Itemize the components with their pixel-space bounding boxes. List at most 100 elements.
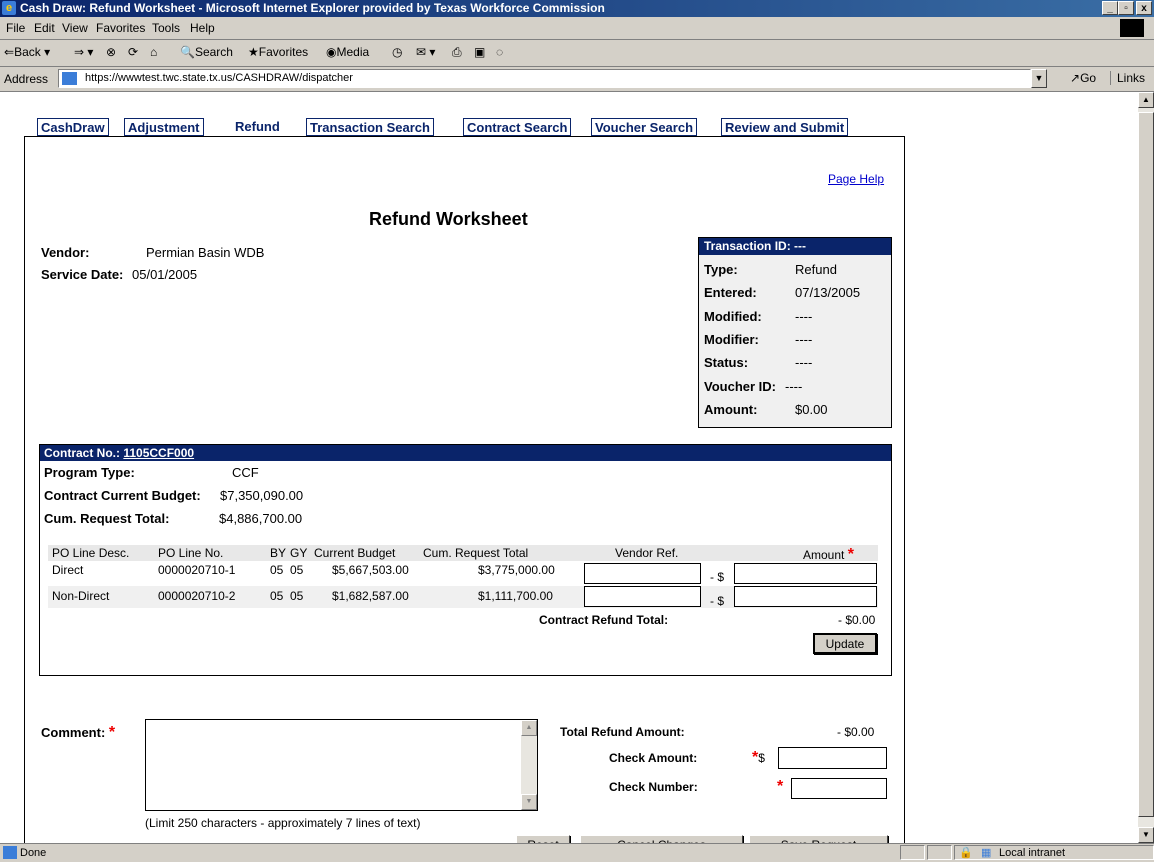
- status-text: Done: [20, 847, 47, 859]
- tab-refund[interactable]: Refund: [232, 118, 283, 136]
- transaction-entered-value: 07/13/2005: [795, 285, 861, 300]
- check-amount-input[interactable]: [778, 747, 887, 769]
- transaction-id-header: Transaction ID: ---: [699, 238, 891, 255]
- table-row: Non-Direct 0000020710-2 05 05 $1,682,587…: [48, 586, 878, 608]
- address-input[interactable]: https://wwwtest.twc.state.tx.us/CASHDRAW…: [58, 69, 1031, 88]
- menu-edit[interactable]: Edit: [34, 21, 55, 35]
- media-button[interactable]: ◉Media: [326, 45, 369, 59]
- ie-icon: e: [2, 1, 16, 15]
- tab-review-and-submit[interactable]: Review and Submit: [721, 118, 849, 136]
- tab-cashdraw[interactable]: CashDraw: [37, 118, 109, 136]
- edit-icon[interactable]: ▣: [474, 45, 485, 59]
- tab-adjustment[interactable]: Adjustment: [124, 118, 204, 136]
- row-amount-prefix: - $: [710, 594, 725, 608]
- contract-refund-total-label: Contract Refund Total:: [539, 613, 669, 627]
- check-number-input[interactable]: [791, 778, 887, 799]
- contract-no-link[interactable]: 1105CCF000: [123, 446, 194, 460]
- menu-bar: File Edit View Favorites Tools Help: [0, 17, 1154, 40]
- program-type-label: Program Type:: [44, 465, 135, 480]
- comment-limit-note: (Limit 250 characters - approximately 7 …: [145, 816, 421, 830]
- scroll-up-icon[interactable]: ▲: [521, 720, 537, 736]
- amount-input-1[interactable]: [734, 563, 877, 584]
- links-button[interactable]: Links: [1110, 71, 1145, 85]
- page-content: CashDraw Adjustment Refund Transaction S…: [0, 92, 1138, 843]
- check-amount-label: Check Amount:: [609, 751, 698, 765]
- comment-textarea[interactable]: ▲ ▼: [145, 719, 538, 811]
- comment-scrollbar[interactable]: ▲ ▼: [521, 720, 537, 810]
- amount-input-2[interactable]: [734, 586, 877, 607]
- menu-help[interactable]: Help: [190, 21, 215, 35]
- status-zone-cell: 🔒 ▦ Local intranet: [954, 845, 1154, 860]
- col-cum-request-total: Cum. Request Total: [423, 546, 529, 560]
- col-gy: GY: [290, 546, 308, 560]
- required-icon: *: [777, 778, 784, 795]
- vendor-ref-input-1[interactable]: [584, 563, 701, 584]
- transaction-amount-value: $0.00: [795, 402, 828, 417]
- row-gy: 05: [290, 563, 304, 577]
- contract-budget-value: $7,350,090.00: [220, 488, 304, 503]
- contract-header: Contract No.: 1105CCF000: [40, 445, 891, 461]
- required-icon: *: [847, 546, 854, 563]
- print-icon[interactable]: ⎙: [452, 45, 462, 60]
- maximize-button[interactable]: ▫: [1118, 1, 1134, 15]
- home-icon[interactable]: ⌂: [150, 45, 157, 59]
- menu-view[interactable]: View: [62, 21, 88, 35]
- status-cell: [900, 845, 925, 860]
- transaction-amount-label: Amount:: [704, 402, 758, 417]
- minimize-button[interactable]: _: [1102, 1, 1118, 15]
- row-gy: 05: [290, 589, 304, 603]
- tab-voucher-search[interactable]: Voucher Search: [591, 118, 698, 136]
- transaction-type-label: Type:: [704, 262, 738, 277]
- update-button[interactable]: Update: [813, 633, 877, 654]
- window-title-bar[interactable]: e Cash Draw: Refund Worksheet - Microsof…: [0, 0, 1154, 17]
- page-help-link[interactable]: Page Help: [828, 172, 884, 186]
- address-dropdown[interactable]: ▼: [1031, 69, 1047, 88]
- row-desc: Direct: [52, 563, 84, 577]
- page-icon: [62, 72, 77, 85]
- check-amount-required: *$: [752, 749, 765, 766]
- mail-icon[interactable]: ✉ ▾: [416, 45, 435, 59]
- row-by: 05: [270, 589, 284, 603]
- scroll-down-icon[interactable]: ▼: [521, 794, 537, 810]
- table-row: Direct 0000020710-1 05 05 $5,667,503.00 …: [48, 562, 878, 584]
- transaction-voucher-label: Voucher ID:: [704, 379, 776, 394]
- lock-icon: 🔒: [959, 847, 973, 859]
- status-bar: Done 🔒 ▦ Local intranet: [0, 843, 1154, 862]
- col-by: BY: [270, 546, 287, 560]
- save-request-button[interactable]: Save Request: [749, 835, 888, 843]
- scrollbar-thumb[interactable]: [1138, 112, 1154, 817]
- windows-logo-icon: [1120, 19, 1144, 37]
- transaction-voucher-value: ----: [785, 379, 803, 394]
- refresh-icon[interactable]: ⟳: [128, 45, 138, 59]
- menu-tools[interactable]: Tools: [152, 21, 180, 35]
- tab-transaction-search[interactable]: Transaction Search: [306, 118, 434, 136]
- go-button[interactable]: ↗Go: [1070, 71, 1096, 85]
- contract-refund-total-value: - $0.00: [838, 613, 876, 627]
- back-button[interactable]: ⇐Back ▾: [4, 45, 50, 59]
- scroll-down-icon[interactable]: ▼: [1138, 827, 1154, 843]
- discuss-icon[interactable]: ◌: [496, 45, 503, 59]
- cancel-changes-button[interactable]: Cancel Changes: [580, 835, 743, 843]
- row-by: 05: [270, 563, 284, 577]
- reset-button[interactable]: Reset: [516, 835, 570, 843]
- transaction-modifier-value: ----: [795, 332, 813, 347]
- row-amount-prefix: - $: [710, 570, 725, 584]
- row-po-no: 0000020710-2: [158, 589, 236, 603]
- favorites-button[interactable]: ★Favorites: [248, 45, 308, 59]
- contract-no-label: Contract No.:: [44, 446, 120, 460]
- vendor-ref-input-2[interactable]: [584, 586, 701, 607]
- search-icon: 🔍: [180, 45, 195, 59]
- tab-contract-search[interactable]: Contract Search: [463, 118, 572, 136]
- history-icon[interactable]: ◷: [392, 45, 402, 59]
- close-button[interactable]: x: [1136, 1, 1152, 15]
- menu-favorites[interactable]: Favorites: [96, 21, 145, 35]
- transaction-modified-label: Modified:: [704, 309, 762, 324]
- scroll-up-icon[interactable]: ▲: [1138, 92, 1154, 108]
- stop-icon[interactable]: ⊗: [106, 45, 116, 59]
- forward-button[interactable]: ⇒ ▾: [74, 45, 93, 59]
- page-scrollbar[interactable]: ▲ ▼: [1138, 92, 1154, 843]
- check-number-required: *: [777, 778, 783, 796]
- menu-file[interactable]: File: [6, 21, 25, 35]
- search-button[interactable]: 🔍Search: [180, 45, 233, 59]
- col-po-line-desc: PO Line Desc.: [52, 546, 130, 560]
